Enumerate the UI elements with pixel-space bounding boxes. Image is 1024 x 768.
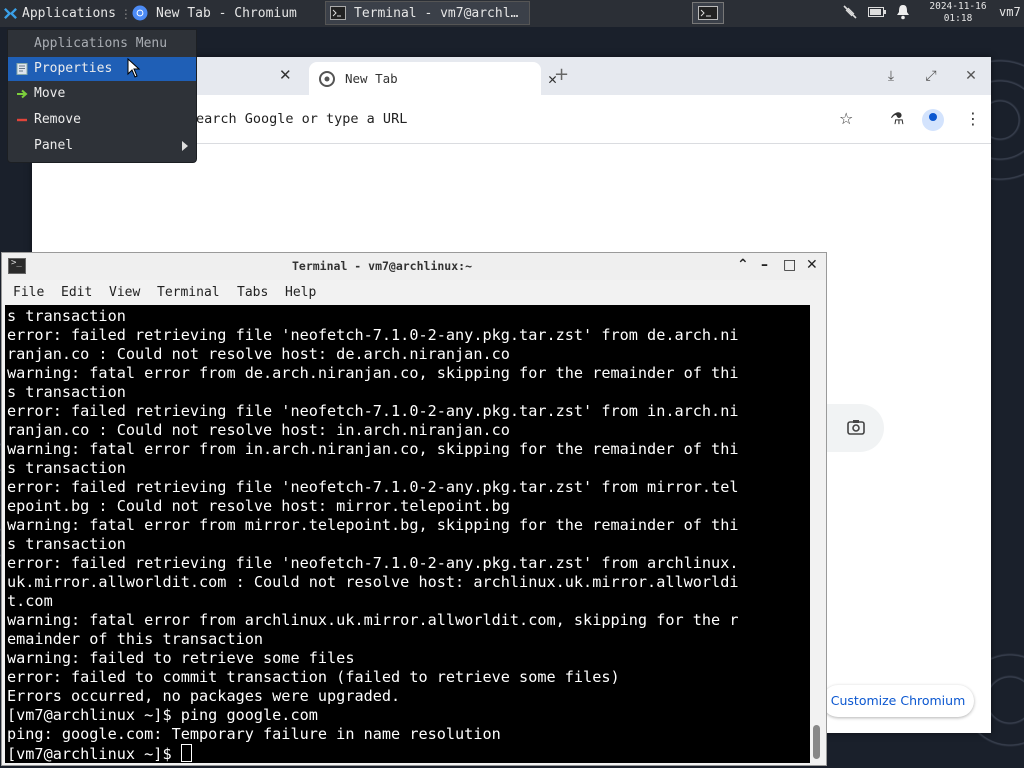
menu-help[interactable]: Help xyxy=(285,285,316,300)
properties-icon xyxy=(16,63,28,75)
terminal-line: s transaction xyxy=(7,307,126,325)
terminal-scrollbar[interactable] xyxy=(810,305,824,763)
menu-item-panel[interactable]: Panel xyxy=(8,134,196,158)
terminal-line: ranjan.co : Could not resolve host: de.a… xyxy=(7,345,510,363)
terminal-line: uk.mirror.allworldit.com : Could not res… xyxy=(7,573,739,591)
profile-avatar-icon[interactable] xyxy=(922,109,944,131)
clock-time: 01:18 xyxy=(943,13,973,24)
terminal-text: s transaction error: failed retrieving f… xyxy=(5,305,810,763)
task-chromium[interactable]: New Tab - Chromium xyxy=(128,1,322,25)
chrome-tab-icon xyxy=(319,70,335,87)
terminal-line: epoint.bg : Could not resolve host: mirr… xyxy=(7,497,510,515)
menu-edit[interactable]: Edit xyxy=(61,285,92,300)
terminal-cursor xyxy=(180,744,192,762)
terminal-line: Errors occurred, no packages were upgrad… xyxy=(7,687,401,705)
terminal-line: warning: fatal error from archlinux.uk.m… xyxy=(7,611,739,629)
move-arrow-icon xyxy=(17,89,28,99)
terminal-line: s transaction xyxy=(7,383,126,401)
terminal-line: warning: fatal error from in.arch.niranj… xyxy=(7,440,739,458)
terminal-line: [vm7@archlinux ~]$ ping google.com xyxy=(7,706,318,724)
terminal-line: s transaction xyxy=(7,535,126,553)
terminal-prompt: [vm7@archlinux ~]$ xyxy=(7,745,181,763)
menu-item-remove[interactable]: Remove xyxy=(8,108,196,132)
terminal-line: emainder of this transaction xyxy=(7,630,264,648)
maximize-icon[interactable]: ⤢ xyxy=(911,57,951,95)
shade-icon[interactable]: ⌃ xyxy=(737,257,749,273)
close-icon[interactable]: ✕ xyxy=(806,257,818,273)
chromium-window-controls: ⤓ ⤢ ✕ xyxy=(871,57,991,95)
system-tray xyxy=(842,4,910,20)
mouse-pointer-icon xyxy=(127,58,141,78)
user-menu[interactable]: vm7 xyxy=(999,5,1021,19)
maximize-icon[interactable]: □ xyxy=(783,257,796,273)
terminal-line: ping: google.com: Temporary failure in n… xyxy=(7,725,501,743)
clock-date: 2024-11-16 xyxy=(929,1,987,12)
remove-icon xyxy=(17,118,27,122)
minimize-icon[interactable]: – xyxy=(761,257,768,273)
terminal-line: error: failed retrieving file 'neofetch-… xyxy=(7,478,739,496)
applications-context-menu: Applications Menu Properties Move Remove… xyxy=(7,29,197,163)
terminal-menubar: File Edit View Terminal Tabs Help xyxy=(2,280,826,305)
download-icon[interactable]: ⤓ xyxy=(871,57,911,95)
task-label: New Tab - Chromium xyxy=(156,5,297,21)
notification-bell-icon[interactable] xyxy=(896,4,910,20)
xfce-mouse-icon xyxy=(4,7,17,20)
chromium-icon xyxy=(132,5,148,21)
workspace-terminal-icon xyxy=(698,6,718,20)
terminal-line: warning: failed to retrieve some files xyxy=(7,649,355,667)
menu-header: Applications Menu xyxy=(34,36,168,51)
terminal-line: s transaction xyxy=(7,459,126,477)
tab-title: New Tab xyxy=(345,71,398,86)
menu-item-label: Panel xyxy=(34,138,74,153)
menu-item-label: Remove xyxy=(34,112,81,127)
terminal-line: error: failed to commit transaction (fai… xyxy=(7,668,620,686)
terminal-line: ranjan.co : Could not resolve host: in.a… xyxy=(7,421,510,439)
menu-item-properties[interactable]: Properties xyxy=(8,57,196,81)
scrollbar-thumb[interactable] xyxy=(813,725,820,759)
terminal-title: Terminal - vm7@archlinux:~ xyxy=(291,259,472,273)
new-tab-icon[interactable]: + xyxy=(554,64,569,85)
applications-menu-button[interactable]: Applications ⋮ xyxy=(0,0,132,27)
terminal-icon xyxy=(330,6,346,20)
network-off-icon[interactable] xyxy=(842,4,858,20)
task-terminal[interactable]: Terminal - vm7@archl… xyxy=(325,1,530,25)
panel-clock[interactable]: 2024-11-16 01:18 xyxy=(922,1,994,25)
submenu-arrow-icon xyxy=(182,141,188,151)
camera-icon xyxy=(847,420,865,435)
terminal-line: warning: fatal error from mirror.telepoi… xyxy=(7,516,739,534)
workspace-switcher[interactable] xyxy=(692,2,724,24)
applications-label: Applications xyxy=(22,6,116,21)
menu-file[interactable]: File xyxy=(13,285,44,300)
terminal-window: Terminal - vm7@archlinux:~ ⌃ – □ ✕ File … xyxy=(1,252,827,766)
terminal-line: error: failed retrieving file 'neofetch-… xyxy=(7,326,739,344)
task-label: Terminal - vm7@archl… xyxy=(354,5,519,21)
menu-view[interactable]: View xyxy=(109,285,140,300)
menu-terminal[interactable]: Terminal xyxy=(157,285,220,300)
terminal-output[interactable]: s transaction error: failed retrieving f… xyxy=(5,305,810,763)
search-by-image-button[interactable] xyxy=(824,404,884,452)
tab-new-tab[interactable]: New Tab ✕ xyxy=(309,62,557,95)
menu-item-label: Move xyxy=(34,86,66,101)
close-tab-icon[interactable]: ✕ xyxy=(279,66,292,84)
battery-icon[interactable] xyxy=(868,6,886,18)
terminal-line: error: failed retrieving file 'neofetch-… xyxy=(7,402,739,420)
omnibox-input[interactable]: earch Google or type a URL xyxy=(196,111,407,127)
terminal-titlebar[interactable]: Terminal - vm7@archlinux:~ ⌃ – □ ✕ xyxy=(2,253,826,280)
top-panel: Applications ⋮ New Tab - Chromium Termin… xyxy=(0,0,1024,27)
terminal-line: t.com xyxy=(7,592,53,610)
terminal-line: error: failed retrieving file 'neofetch-… xyxy=(7,554,739,572)
labs-flask-icon[interactable]: ⚗ xyxy=(890,109,904,128)
menu-item-move[interactable]: Move xyxy=(8,82,196,106)
close-window-icon[interactable]: ✕ xyxy=(951,57,991,95)
menu-tabs[interactable]: Tabs xyxy=(237,285,268,300)
customize-chromium-button[interactable]: Customize Chromium xyxy=(822,685,974,717)
terminal-line: warning: fatal error from de.arch.niranj… xyxy=(7,364,739,382)
bookmark-star-icon[interactable]: ☆ xyxy=(839,109,853,128)
menu-item-label: Properties xyxy=(34,61,113,76)
more-menu-icon[interactable]: ⋮ xyxy=(965,109,981,128)
